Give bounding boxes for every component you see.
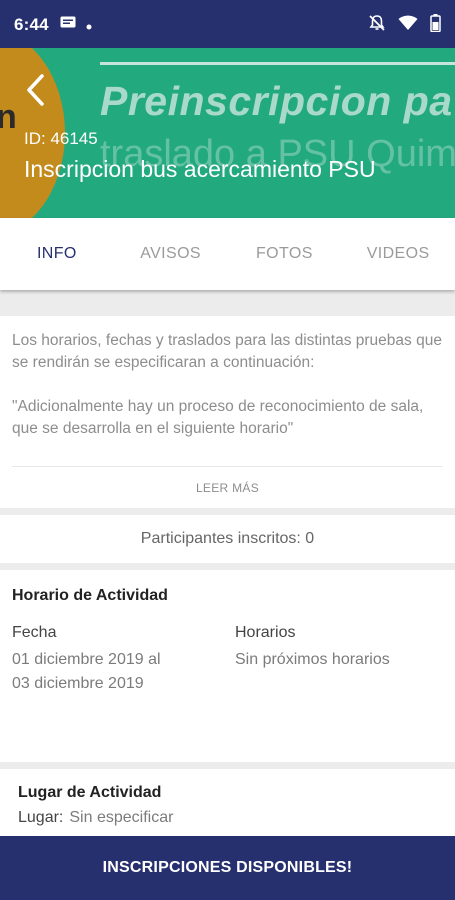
wifi-icon bbox=[398, 15, 418, 36]
back-button[interactable] bbox=[20, 70, 54, 110]
description-paragraph: "Adicionalmente hay un proceso de recono… bbox=[12, 398, 424, 437]
message-icon bbox=[60, 16, 76, 35]
activity-title: Inscripcion bus acercamiento PSU bbox=[24, 156, 376, 182]
date-end: 03 diciembre 2019 bbox=[12, 675, 144, 692]
schedule-card: Horario de Actividad Fecha 01 diciembre … bbox=[0, 570, 455, 762]
date-value: 01 diciembre 2019 al 03 diciembre 2019 bbox=[12, 648, 161, 696]
registrations-button[interactable]: INSCRIPCIONES DISPONIBLES! bbox=[0, 836, 455, 900]
back-arrow-icon bbox=[20, 74, 54, 114]
hours-value: Sin próximos horarios bbox=[235, 651, 390, 668]
mute-icon bbox=[368, 14, 386, 37]
tab-videos[interactable]: VIDEOS bbox=[341, 218, 455, 290]
status-bar: 6:44 bbox=[0, 0, 455, 48]
tab-avisos[interactable]: AVISOS bbox=[114, 218, 228, 290]
tab-bar: INFO AVISOS FOTOS VIDEOS bbox=[0, 218, 455, 290]
description-paragraph: Los horarios, fechas y traslados para la… bbox=[12, 332, 442, 371]
read-more-button[interactable]: LEER MÁS bbox=[0, 481, 455, 495]
banner-line bbox=[100, 62, 455, 65]
participants-card: Participantes inscritos: 0 bbox=[0, 515, 455, 563]
battery-icon bbox=[430, 14, 441, 37]
banner-background-text: Preinscripcion pa bbox=[100, 78, 453, 124]
participants-count: Participantes inscritos: 0 bbox=[140, 530, 315, 547]
schedule-title: Horario de Actividad bbox=[12, 587, 168, 604]
location-title: Lugar de Actividad bbox=[18, 784, 162, 801]
tab-info[interactable]: INFO bbox=[0, 218, 114, 290]
tab-fotos[interactable]: FOTOS bbox=[228, 218, 342, 290]
location-value: Sin especificar bbox=[69, 809, 174, 826]
location-row: Lugar: Sin especificar bbox=[18, 809, 173, 827]
divider bbox=[12, 466, 443, 467]
hours-label: Horarios bbox=[235, 624, 296, 641]
dot-icon bbox=[86, 17, 92, 35]
description-text: Los horarios, fechas y traslados para la… bbox=[12, 330, 444, 440]
date-start: 01 diciembre 2019 al bbox=[12, 651, 161, 668]
location-label: Lugar: bbox=[18, 809, 64, 826]
banner-letter: n bbox=[0, 98, 17, 136]
status-time: 6:44 bbox=[14, 15, 49, 34]
description-card: Los horarios, fechas y traslados para la… bbox=[0, 316, 455, 508]
date-label: Fecha bbox=[12, 624, 57, 641]
activity-id: ID: 46145 bbox=[24, 129, 98, 148]
activity-banner: n Preinscripcion pa traslado a PSU Quim … bbox=[0, 48, 455, 218]
